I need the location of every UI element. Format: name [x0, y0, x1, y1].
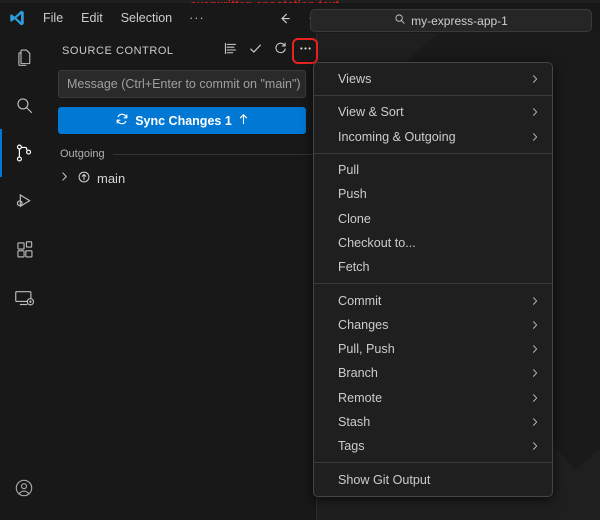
- activity-run-debug[interactable]: [0, 177, 48, 225]
- search-icon: [394, 12, 406, 30]
- refresh-icon: [273, 41, 288, 61]
- menubar-file[interactable]: File: [34, 3, 72, 33]
- refresh-button[interactable]: [269, 40, 291, 62]
- menu-item-label: Incoming & Outgoing: [338, 130, 456, 144]
- activity-bar-bottom: [0, 464, 48, 512]
- vscode-logo-icon: [0, 3, 34, 33]
- chevron-right-icon: [529, 392, 541, 404]
- menu-item-changes[interactable]: Changes: [314, 313, 552, 337]
- tree-row-main[interactable]: main: [48, 167, 316, 189]
- activity-source-control[interactable]: [0, 129, 48, 177]
- menu-item-label: Remote: [338, 391, 382, 405]
- menu-item-label: Fetch: [338, 260, 370, 274]
- menubar-edit[interactable]: Edit: [72, 3, 112, 33]
- chevron-right-icon[interactable]: [58, 170, 71, 186]
- menu-item-label: Tags: [338, 439, 365, 453]
- chevron-right-icon: [529, 416, 541, 428]
- menu-item-label: Clone: [338, 212, 371, 226]
- list-tree-icon: [223, 41, 238, 61]
- check-icon: [248, 41, 263, 61]
- menu-item-show-git-output[interactable]: Show Git Output: [314, 467, 552, 491]
- menu-item-views[interactable]: Views: [314, 67, 552, 91]
- panel-title: SOURCE CONTROL: [62, 45, 174, 57]
- section-header-outgoing[interactable]: Outgoing: [48, 145, 316, 163]
- menubar-selection[interactable]: Selection: [112, 3, 181, 33]
- sync-changes-button[interactable]: Sync Changes 1: [58, 107, 306, 134]
- extensions-icon: [14, 239, 35, 260]
- section-label: Outgoing: [60, 148, 105, 160]
- activity-bar: [0, 33, 49, 520]
- activity-search[interactable]: [0, 81, 48, 129]
- sync-changes-label: Sync Changes 1: [135, 114, 232, 128]
- run-and-debug-icon: [13, 190, 35, 212]
- chevron-right-icon: [529, 440, 541, 452]
- section-divider: [113, 154, 316, 155]
- menu-separator: [314, 462, 552, 463]
- activity-accounts[interactable]: [0, 464, 48, 512]
- search-icon: [14, 95, 35, 116]
- arrow-up-icon: [238, 113, 249, 128]
- command-center-search[interactable]: my-express-app-1: [310, 9, 592, 32]
- menu-bar: File Edit Selection ···: [34, 3, 213, 33]
- menu-item-label: Pull, Push: [338, 342, 395, 356]
- menu-separator: [314, 153, 552, 154]
- menu-item-remote[interactable]: Remote: [314, 386, 552, 410]
- menu-item-label: Changes: [338, 318, 388, 332]
- chevron-right-icon: [529, 343, 541, 355]
- menu-separator: [314, 95, 552, 96]
- activity-explorer[interactable]: [0, 33, 48, 81]
- menu-item-clone[interactable]: Clone: [314, 206, 552, 230]
- menu-item-stash[interactable]: Stash: [314, 410, 552, 434]
- menu-item-fetch[interactable]: Fetch: [314, 255, 552, 279]
- menu-item-label: Commit: [338, 294, 381, 308]
- menu-item-label: Branch: [338, 366, 378, 380]
- menu-item-label: Show Git Output: [338, 473, 430, 487]
- menu-item-label: Push: [338, 187, 367, 201]
- menu-item-tags[interactable]: Tags: [314, 434, 552, 458]
- files-icon: [14, 47, 35, 68]
- ellipsis-icon: [298, 41, 313, 61]
- menu-item-view-and-sort[interactable]: View & Sort: [314, 100, 552, 124]
- menu-item-label: Stash: [338, 415, 370, 429]
- branch-name-label: main: [97, 171, 125, 186]
- menu-item-label: Pull: [338, 163, 359, 177]
- source-control-actions: [219, 33, 316, 68]
- chevron-right-icon: [529, 367, 541, 379]
- sync-icon: [115, 112, 129, 129]
- menu-separator: [314, 283, 552, 284]
- arrow-left-icon[interactable]: [277, 10, 293, 26]
- activity-remote-explorer[interactable]: [0, 273, 48, 321]
- chevron-right-icon: [529, 106, 541, 118]
- account-icon: [13, 477, 35, 499]
- source-control-sidebar: SOURCE CONTROL: [48, 33, 317, 520]
- source-control-context-menu: Views View & Sort Incoming & Outgoing Pull P…: [313, 62, 553, 497]
- arrow-circle-up-icon: [77, 170, 91, 187]
- source-control-header: SOURCE CONTROL: [48, 33, 316, 68]
- view-as-tree-button[interactable]: [219, 40, 241, 62]
- chevron-right-icon: [529, 73, 541, 85]
- source-control-icon: [13, 142, 35, 164]
- menu-item-label: Views: [338, 72, 371, 86]
- menu-item-label: View & Sort: [338, 105, 404, 119]
- menu-item-branch[interactable]: Branch: [314, 361, 552, 385]
- menu-item-pull[interactable]: Pull: [314, 158, 552, 182]
- remote-explorer-icon: [13, 286, 35, 308]
- more-actions-button[interactable]: [294, 40, 316, 62]
- chevron-right-icon: [529, 295, 541, 307]
- menu-item-checkout-to[interactable]: Checkout to...: [314, 231, 552, 255]
- menu-item-push[interactable]: Push: [314, 182, 552, 206]
- menu-item-pull-push[interactable]: Pull, Push: [314, 337, 552, 361]
- menu-item-commit[interactable]: Commit: [314, 288, 552, 312]
- commit-button[interactable]: [244, 40, 266, 62]
- vscode-window: overwritten annotation text File Edit Se…: [0, 0, 600, 520]
- chevron-right-icon: [529, 131, 541, 143]
- menubar-more[interactable]: ···: [181, 3, 213, 33]
- title-bar: File Edit Selection ···: [0, 3, 600, 34]
- commit-message-input[interactable]: Message (Ctrl+Enter to commit on "main"): [58, 70, 306, 98]
- search-input-value: my-express-app-1: [411, 14, 508, 28]
- menu-item-label: Checkout to...: [338, 236, 416, 250]
- menu-item-incoming-and-outgoing[interactable]: Incoming & Outgoing: [314, 125, 552, 149]
- activity-extensions[interactable]: [0, 225, 48, 273]
- chevron-right-icon: [529, 319, 541, 331]
